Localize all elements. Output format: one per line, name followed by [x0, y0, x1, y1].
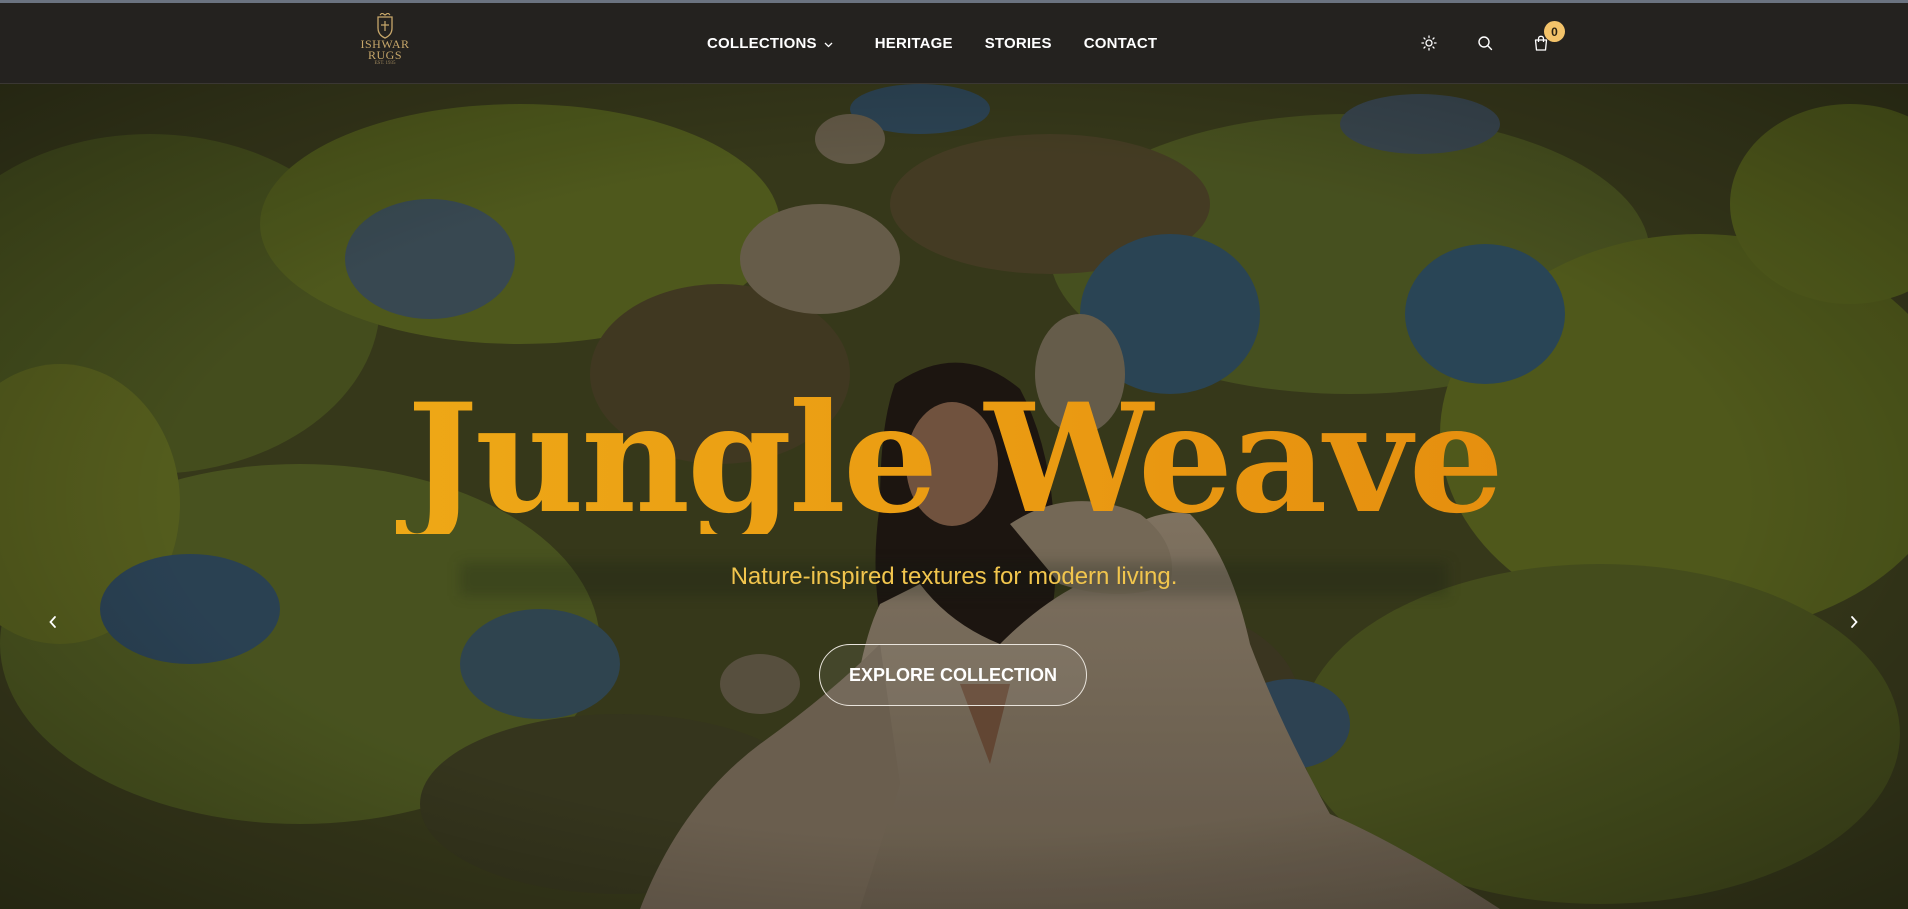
main-nav: COLLECTIONS HERITAGE STORIES CONTACT [707, 3, 1189, 84]
carousel-prev-button[interactable] [42, 613, 64, 635]
chevron-down-icon [824, 35, 833, 52]
nav-item-label: COLLECTIONS [707, 35, 817, 52]
sun-icon[interactable] [1419, 33, 1439, 53]
logo-est-text: EST. 1935 [374, 61, 396, 66]
search-icon[interactable] [1475, 33, 1495, 53]
nav-item-collections[interactable]: COLLECTIONS [707, 35, 833, 52]
nav-item-heritage[interactable]: HERITAGE [875, 35, 953, 52]
hero-subtitle: Nature-inspired textures for modern livi… [730, 563, 1178, 590]
logo-text-line2: RUGS [367, 48, 402, 62]
hero-title: Jungle Weave [0, 384, 1908, 534]
crest-icon [377, 13, 393, 39]
explore-collection-button[interactable]: EXPLORE COLLECTION [819, 644, 1087, 706]
cart-count-badge: 0 [1544, 21, 1565, 42]
brand-logo[interactable]: ISHWAR RUGS EST. 1935 [357, 13, 413, 75]
carousel-next-button[interactable] [1843, 613, 1865, 635]
nav-item-contact[interactable]: CONTACT [1084, 35, 1158, 52]
site-header: ISHWAR RUGS EST. 1935 COLLECTIONS HERITA… [0, 3, 1908, 84]
chevron-left-icon [48, 615, 58, 634]
nav-item-stories[interactable]: STORIES [985, 35, 1052, 52]
chevron-right-icon [1849, 615, 1859, 634]
